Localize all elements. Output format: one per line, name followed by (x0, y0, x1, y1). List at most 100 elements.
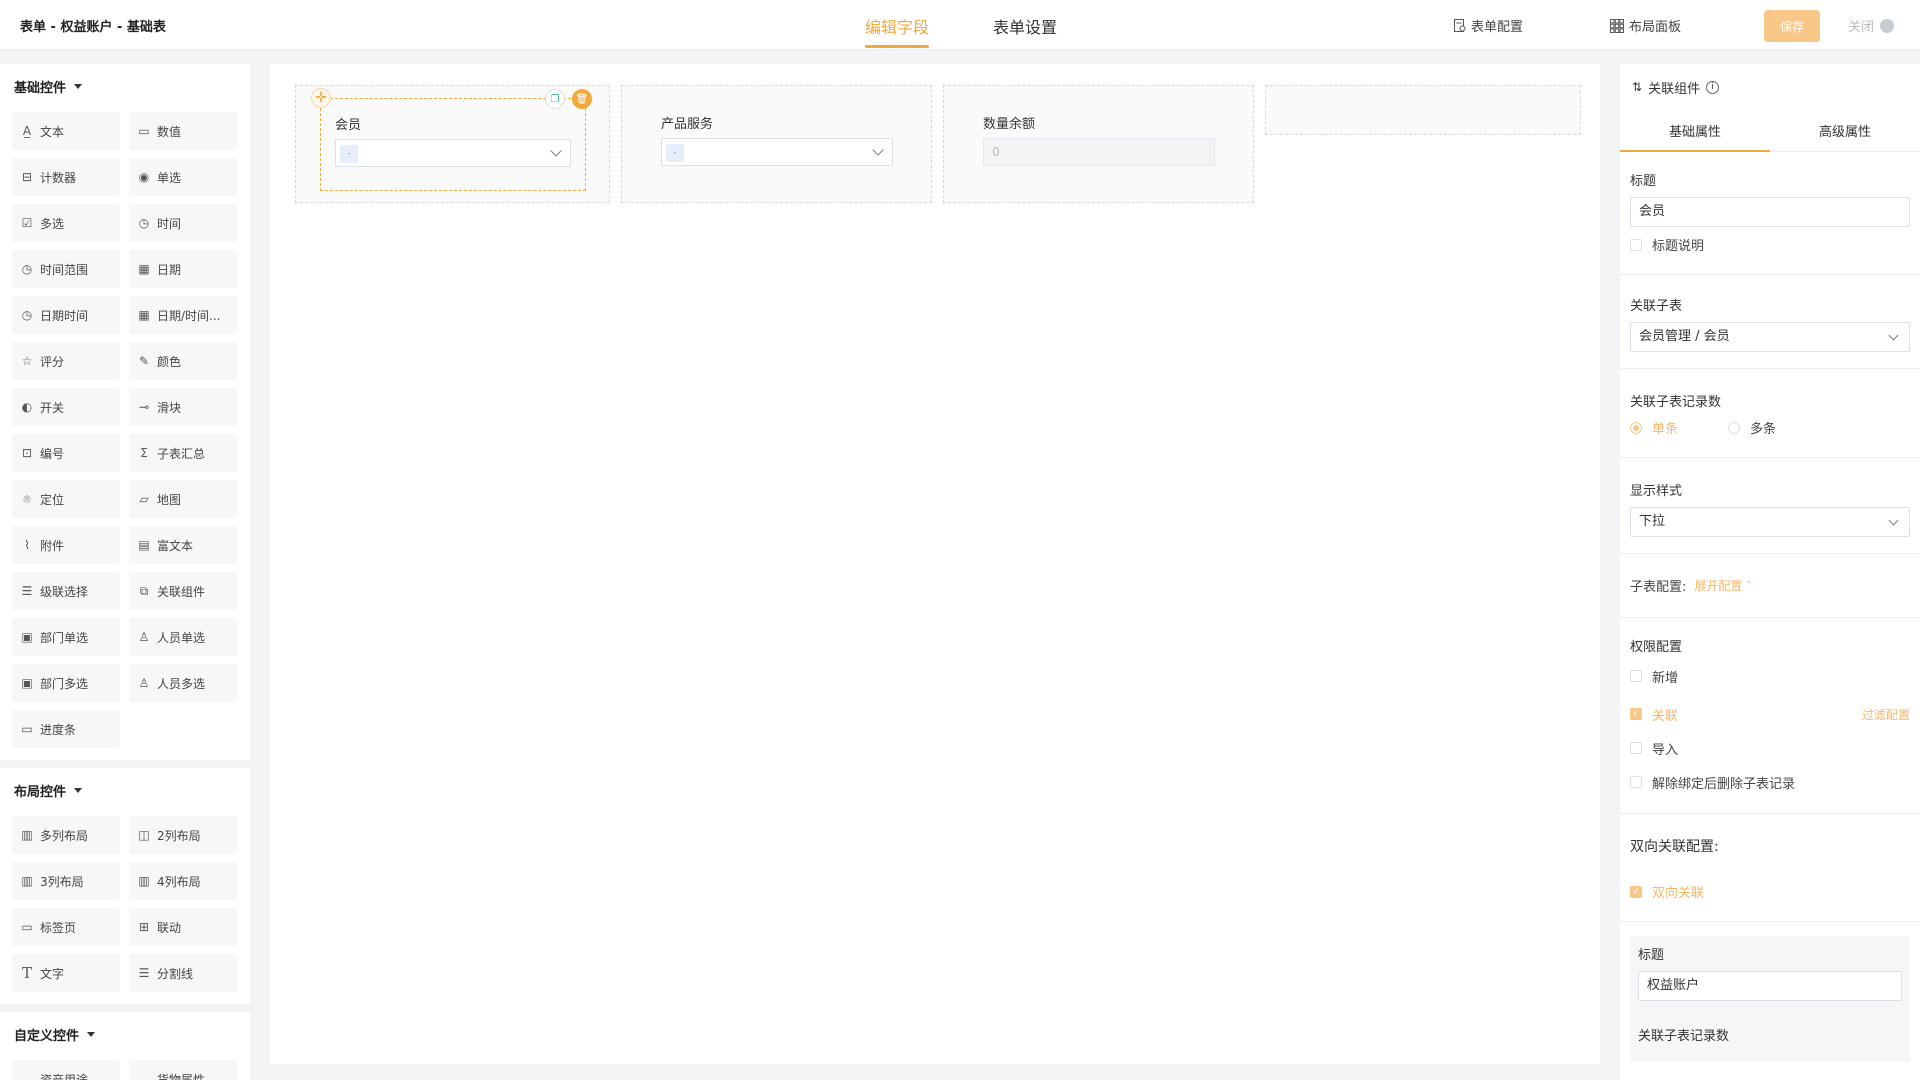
tab-edit-fields[interactable]: 编辑字段 (865, 14, 930, 48)
control-subtable-summary[interactable]: Σ 子表汇总 (129, 434, 237, 472)
clock-icon: ◷ (138, 216, 150, 230)
control-tabs[interactable]: ▭ 标签页 (12, 908, 120, 946)
control-time[interactable]: ◷ 时间 (129, 204, 237, 242)
layout-panel-button[interactable]: 布局面板 (1610, 16, 1681, 35)
calendar-icon: ▦ (138, 262, 150, 276)
expand-config-link[interactable]: 展开配置 (1694, 577, 1742, 594)
control-counter[interactable]: ⊟ 计数器 (12, 158, 120, 196)
section-permissions: 权限配置 新增 ✓ 关联 过滤配置 导入 解除绑定后删除子表记录 (1620, 618, 1920, 814)
control-multi-column[interactable]: ▥ 多列布局 (12, 816, 120, 854)
copy-icon[interactable]: ❐ (545, 89, 565, 109)
sub-record-count-label: 关联子表记录数 (1638, 1029, 1730, 1044)
control-linkage[interactable]: ⊞ 联动 (129, 908, 237, 946)
perm-import-checkbox[interactable] (1630, 742, 1642, 754)
member-select[interactable]: - (335, 139, 571, 167)
close-button[interactable]: 关闭 (1848, 16, 1895, 35)
control-richtext[interactable]: ▤ 富文本 (129, 526, 237, 564)
control-location[interactable]: ⌾ 定位 (12, 480, 120, 518)
delete-icon[interactable]: 🗑 (572, 89, 592, 109)
caret-down-icon (87, 1031, 96, 1037)
control-checkbox[interactable]: ☑ 多选 (12, 204, 120, 242)
filter-config-link[interactable]: 过滤配置 (1862, 706, 1910, 723)
title-input[interactable]: 会员 (1630, 197, 1910, 227)
control-label: 计数器 (40, 170, 77, 185)
control-divider[interactable]: ☰ 分割线 (129, 954, 237, 992)
control-3-column[interactable]: ▥ 3列布局 (12, 862, 120, 900)
empty-drop-zone[interactable] (1265, 85, 1581, 135)
group-title-layout: 布局控件 (14, 784, 67, 800)
control-serial[interactable]: ⊡ 编号 (12, 434, 120, 472)
control-time-range[interactable]: ◷ 时间范围 (12, 250, 120, 288)
perm-add-option[interactable]: 新增 (1630, 663, 1910, 689)
tab-advanced-properties[interactable]: 高级属性 (1770, 110, 1920, 151)
perm-link-option[interactable]: ✓ 关联 过滤配置 (1630, 701, 1910, 727)
tab-form-settings-label: 表单设置 (993, 18, 1058, 37)
quantity-balance-input[interactable]: 0 (983, 138, 1215, 166)
group-basic-controls[interactable]: 基础控件 (0, 64, 250, 108)
form-config-button[interactable]: 表单配置 (1453, 16, 1523, 35)
sub-table-select[interactable]: 会员管理 / 会员 (1630, 322, 1910, 352)
control-department-multi[interactable]: ▣ 部门多选 (12, 664, 120, 702)
control-asset-usage[interactable]: ⌄ 资产用途 (12, 1060, 120, 1080)
control-color[interactable]: ✎ 颜色 (129, 342, 237, 380)
group-custom-controls[interactable]: 自定义控件 (0, 1012, 250, 1056)
control-radio[interactable]: ◉ 单选 (129, 158, 237, 196)
perm-link-checkbox[interactable]: ✓ (1630, 708, 1642, 720)
users-icon: ♙ (138, 676, 150, 690)
control-label: 滑块 (157, 400, 182, 415)
perm-unbind-delete-checkbox[interactable] (1630, 776, 1642, 788)
control-attachment[interactable]: ⌇ 附件 (12, 526, 120, 564)
sub-title-input[interactable]: 权益账户 (1638, 971, 1902, 1001)
control-department-single[interactable]: ▣ 部门单选 (12, 618, 120, 656)
chevron-up-icon: ⌃ (1744, 580, 1753, 591)
radio-multi[interactable] (1728, 421, 1741, 434)
control-link-component[interactable]: ⧉ 关联组件 (129, 572, 237, 610)
drag-handle-icon[interactable]: ✛ (311, 88, 331, 108)
field-label-product-service: 产品服务 (661, 117, 714, 132)
perm-import-option[interactable]: 导入 (1630, 735, 1910, 761)
product-service-select[interactable]: - (661, 138, 893, 166)
display-style-select[interactable]: 下拉 (1630, 507, 1910, 537)
control-cascade[interactable]: ☰ 级联选择 (12, 572, 120, 610)
perm-add-checkbox[interactable] (1630, 670, 1642, 682)
control-date[interactable]: ▦ 日期 (129, 250, 237, 288)
bidirectional-option[interactable]: ✓ 双向关联 (1630, 882, 1910, 901)
bidirectional-checkbox[interactable]: ✓ (1630, 885, 1642, 898)
group-title-custom: 自定义控件 (14, 1028, 80, 1044)
control-2-column[interactable]: ◫ 2列布局 (129, 816, 237, 854)
control-map[interactable]: ▱ 地图 (129, 480, 237, 518)
control-goods-attribute[interactable]: ⌄ 货物属性 (129, 1060, 237, 1080)
control-label-text[interactable]: T 文字 (12, 954, 120, 992)
select-tag: - (340, 145, 358, 163)
tab-basic-properties[interactable]: 基础属性 (1620, 110, 1770, 152)
control-label: 地图 (157, 492, 182, 507)
control-datetime-range[interactable]: ▦ 日期/时间... (129, 296, 237, 334)
control-progress[interactable]: ▭ 进度条 (12, 710, 120, 748)
custom-controls-grid: ⌄ 资产用途 ⌄ 货物属性 (0, 1056, 250, 1080)
basic-controls-grid: A̲ 文本 ▭ 数值 ⊟ 计数器 ◉ 单选 ☑ 多选 ◷ 时间 ◷ 时间范围 ▦ 日期 ◷ 日期时… (0, 108, 250, 760)
control-label: 4列布局 (157, 874, 201, 889)
control-datetime[interactable]: ◷ 日期时间 (12, 296, 120, 334)
radio-single[interactable] (1630, 421, 1642, 434)
control-user-multi[interactable]: ♙ 人员多选 (129, 664, 237, 702)
control-slider[interactable]: ⊸ 滑块 (129, 388, 237, 426)
control-label: 级联选择 (40, 584, 89, 599)
location-icon: ⌾ (23, 491, 31, 506)
title-desc-checkbox[interactable] (1630, 238, 1642, 251)
group-layout-controls[interactable]: 布局控件 (0, 768, 250, 812)
close-toggle-icon (1880, 18, 1895, 33)
control-rating[interactable]: ☆ 评分 (12, 342, 120, 380)
title-desc-option[interactable]: 标题说明 (1630, 235, 1910, 254)
tab-form-settings[interactable]: 表单设置 (993, 14, 1057, 38)
info-icon[interactable]: i (1706, 80, 1720, 94)
sub-table-label: 关联子表 (1630, 299, 1683, 314)
control-text[interactable]: A̲ 文本 (12, 112, 120, 150)
control-4-column[interactable]: ▥ 4列布局 (129, 862, 237, 900)
perm-unbind-delete-option[interactable]: 解除绑定后删除子表记录 (1630, 769, 1910, 795)
save-button[interactable]: 保存 (1764, 10, 1820, 42)
control-switch[interactable]: ◐ 开关 (12, 388, 120, 426)
control-number[interactable]: ▭ 数值 (129, 112, 237, 150)
control-user-single[interactable]: ♙ 人员单选 (129, 618, 237, 656)
divider-icon: ☰ (138, 966, 150, 980)
calendar-icon: ▦ (138, 308, 150, 322)
